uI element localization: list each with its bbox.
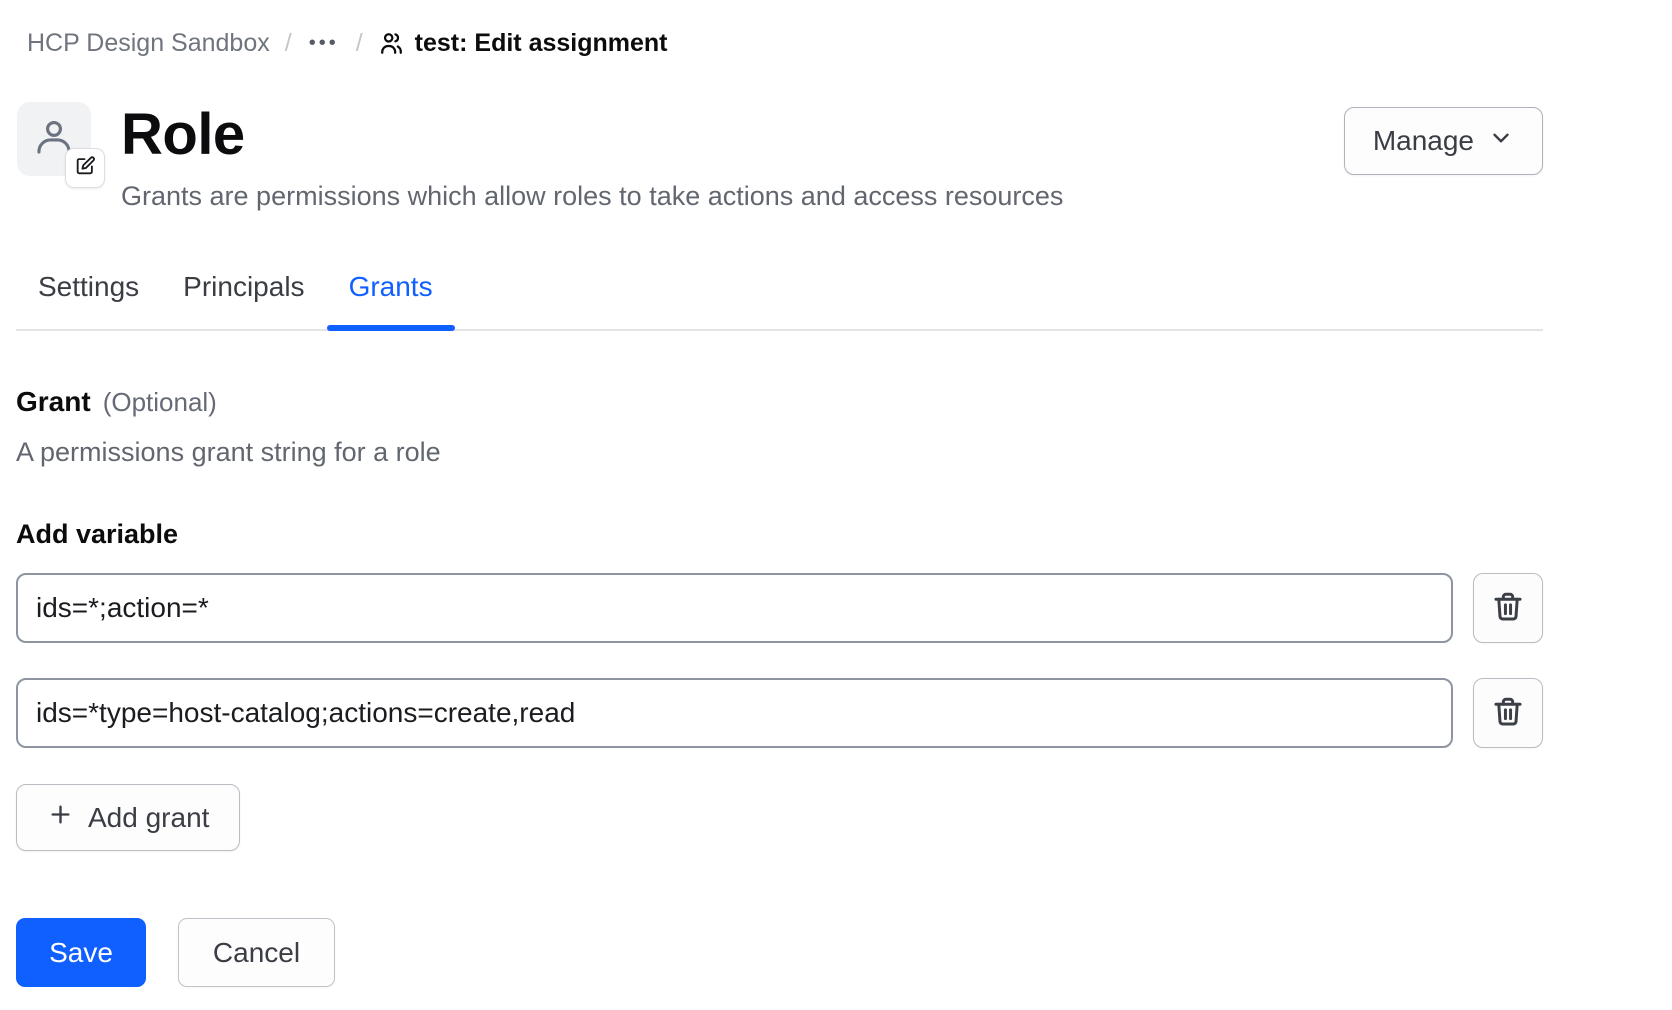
add-grant-button-label: Add grant <box>88 802 209 834</box>
page-header: Role Grants are permissions which allow … <box>17 102 1543 211</box>
cancel-button[interactable]: Cancel <box>178 918 335 987</box>
plus-icon <box>47 801 74 835</box>
grant-label: Grant <box>16 386 91 418</box>
grant-input-1[interactable] <box>16 573 1453 643</box>
role-avatar <box>17 102 91 176</box>
grant-row <box>16 678 1543 748</box>
tab-principals[interactable]: Principals <box>161 257 326 329</box>
page-subtitle: Grants are permissions which allow roles… <box>121 181 1344 211</box>
grant-label-row: Grant (Optional) <box>16 386 1543 418</box>
chevron-down-icon <box>1488 125 1514 158</box>
grants-form: Grant (Optional) A permissions grant str… <box>16 386 1543 851</box>
breadcrumb-ellipsis[interactable]: ••• <box>307 32 341 55</box>
delete-grant-button-1[interactable] <box>1473 573 1543 643</box>
manage-button[interactable]: Manage <box>1344 107 1543 175</box>
trash-icon <box>1491 590 1525 627</box>
active-tab-indicator <box>327 325 455 331</box>
delete-grant-button-2[interactable] <box>1473 678 1543 748</box>
header-text: Role Grants are permissions which allow … <box>121 102 1344 211</box>
edit-icon <box>74 155 96 182</box>
page-title: Role <box>121 104 1344 166</box>
breadcrumb-link-root[interactable]: HCP Design Sandbox <box>27 29 270 58</box>
breadcrumb-current: test: Edit assignment <box>378 29 668 58</box>
add-grant-button[interactable]: Add grant <box>16 784 240 851</box>
tab-grants-label: Grants <box>349 271 433 302</box>
form-actions: Save Cancel <box>16 918 1672 987</box>
grant-help-text: A permissions grant string for a role <box>16 437 1543 468</box>
breadcrumb-current-label: test: Edit assignment <box>415 29 668 58</box>
breadcrumb-separator: / <box>356 29 363 58</box>
manage-button-label: Manage <box>1373 125 1474 157</box>
grant-row <box>16 573 1543 643</box>
tab-principals-label: Principals <box>183 271 304 302</box>
tab-settings[interactable]: Settings <box>16 257 161 329</box>
users-icon <box>378 30 405 57</box>
tab-bar: Settings Principals Grants <box>16 257 1543 331</box>
save-button[interactable]: Save <box>16 918 146 987</box>
grant-optional-label: (Optional) <box>103 387 217 418</box>
tab-grants[interactable]: Grants <box>327 257 455 329</box>
breadcrumb-separator: / <box>285 29 292 58</box>
breadcrumb: HCP Design Sandbox / ••• / test: Edit as… <box>0 0 1672 58</box>
edit-badge[interactable] <box>65 148 105 188</box>
trash-icon <box>1491 695 1525 732</box>
tab-settings-label: Settings <box>38 271 139 302</box>
add-variable-label: Add variable <box>16 519 1543 550</box>
grant-input-2[interactable] <box>16 678 1453 748</box>
role-edit-page: HCP Design Sandbox / ••• / test: Edit as… <box>0 0 1672 1010</box>
